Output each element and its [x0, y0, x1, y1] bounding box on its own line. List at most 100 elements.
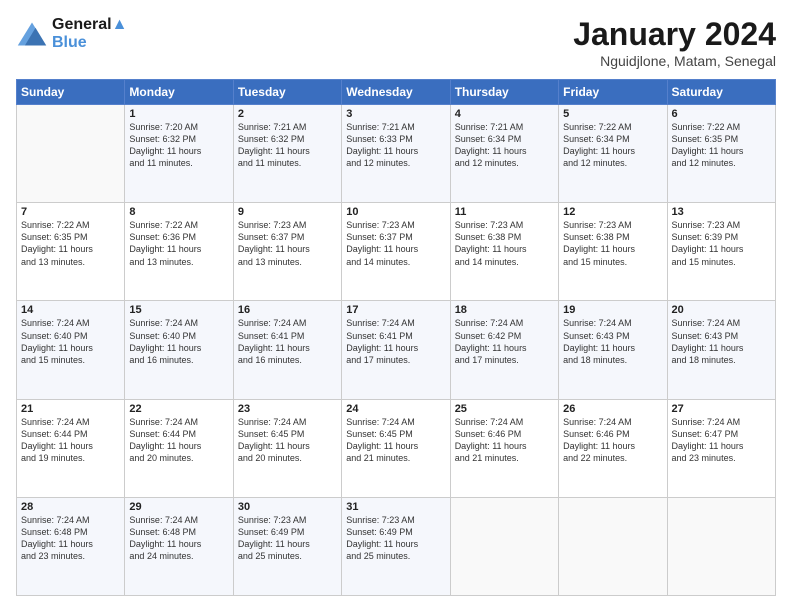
day-info: Sunrise: 7:24 AM Sunset: 6:48 PM Dayligh… — [21, 514, 120, 563]
day-number: 2 — [238, 108, 337, 120]
day-header-tuesday: Tuesday — [233, 80, 341, 105]
day-info: Sunrise: 7:20 AM Sunset: 6:32 PM Dayligh… — [129, 121, 228, 170]
day-info: Sunrise: 7:22 AM Sunset: 6:35 PM Dayligh… — [672, 121, 771, 170]
day-number: 10 — [346, 206, 445, 218]
day-number: 30 — [238, 501, 337, 513]
calendar-cell: 8Sunrise: 7:22 AM Sunset: 6:36 PM Daylig… — [125, 203, 233, 301]
day-number: 19 — [563, 304, 662, 316]
day-number: 13 — [672, 206, 771, 218]
day-number: 31 — [346, 501, 445, 513]
title-block: January 2024 Nguidjlone, Matam, Senegal — [573, 16, 776, 69]
calendar-cell: 4Sunrise: 7:21 AM Sunset: 6:34 PM Daylig… — [450, 105, 558, 203]
day-number: 22 — [129, 403, 228, 415]
day-info: Sunrise: 7:22 AM Sunset: 6:36 PM Dayligh… — [129, 219, 228, 268]
day-number: 1 — [129, 108, 228, 120]
day-info: Sunrise: 7:23 AM Sunset: 6:38 PM Dayligh… — [455, 219, 554, 268]
day-info: Sunrise: 7:24 AM Sunset: 6:47 PM Dayligh… — [672, 416, 771, 465]
day-info: Sunrise: 7:23 AM Sunset: 6:38 PM Dayligh… — [563, 219, 662, 268]
month-title: January 2024 — [573, 16, 776, 53]
day-number: 20 — [672, 304, 771, 316]
calendar-header-row: SundayMondayTuesdayWednesdayThursdayFrid… — [17, 80, 776, 105]
day-info: Sunrise: 7:24 AM Sunset: 6:43 PM Dayligh… — [672, 317, 771, 366]
logo: General▲ Blue — [16, 16, 127, 52]
calendar-cell: 1Sunrise: 7:20 AM Sunset: 6:32 PM Daylig… — [125, 105, 233, 203]
calendar-cell: 6Sunrise: 7:22 AM Sunset: 6:35 PM Daylig… — [667, 105, 775, 203]
day-info: Sunrise: 7:24 AM Sunset: 6:40 PM Dayligh… — [21, 317, 120, 366]
calendar-cell: 23Sunrise: 7:24 AM Sunset: 6:45 PM Dayli… — [233, 399, 341, 497]
calendar-table: SundayMondayTuesdayWednesdayThursdayFrid… — [16, 79, 776, 596]
calendar-cell: 28Sunrise: 7:24 AM Sunset: 6:48 PM Dayli… — [17, 497, 125, 595]
calendar-cell: 29Sunrise: 7:24 AM Sunset: 6:48 PM Dayli… — [125, 497, 233, 595]
week-row-4: 21Sunrise: 7:24 AM Sunset: 6:44 PM Dayli… — [17, 399, 776, 497]
day-info: Sunrise: 7:23 AM Sunset: 6:39 PM Dayligh… — [672, 219, 771, 268]
calendar-cell: 3Sunrise: 7:21 AM Sunset: 6:33 PM Daylig… — [342, 105, 450, 203]
day-info: Sunrise: 7:24 AM Sunset: 6:41 PM Dayligh… — [346, 317, 445, 366]
day-number: 24 — [346, 403, 445, 415]
day-info: Sunrise: 7:24 AM Sunset: 6:46 PM Dayligh… — [455, 416, 554, 465]
calendar-cell: 2Sunrise: 7:21 AM Sunset: 6:32 PM Daylig… — [233, 105, 341, 203]
calendar-cell: 11Sunrise: 7:23 AM Sunset: 6:38 PM Dayli… — [450, 203, 558, 301]
day-header-thursday: Thursday — [450, 80, 558, 105]
day-info: Sunrise: 7:24 AM Sunset: 6:44 PM Dayligh… — [21, 416, 120, 465]
day-number: 3 — [346, 108, 445, 120]
calendar-cell: 24Sunrise: 7:24 AM Sunset: 6:45 PM Dayli… — [342, 399, 450, 497]
day-info: Sunrise: 7:24 AM Sunset: 6:40 PM Dayligh… — [129, 317, 228, 366]
page: General▲ Blue January 2024 Nguidjlone, M… — [0, 0, 792, 612]
day-header-saturday: Saturday — [667, 80, 775, 105]
day-number: 5 — [563, 108, 662, 120]
header: General▲ Blue January 2024 Nguidjlone, M… — [16, 16, 776, 69]
calendar-cell: 14Sunrise: 7:24 AM Sunset: 6:40 PM Dayli… — [17, 301, 125, 399]
day-info: Sunrise: 7:21 AM Sunset: 6:34 PM Dayligh… — [455, 121, 554, 170]
day-info: Sunrise: 7:24 AM Sunset: 6:46 PM Dayligh… — [563, 416, 662, 465]
calendar-cell: 20Sunrise: 7:24 AM Sunset: 6:43 PM Dayli… — [667, 301, 775, 399]
calendar-cell: 9Sunrise: 7:23 AM Sunset: 6:37 PM Daylig… — [233, 203, 341, 301]
day-info: Sunrise: 7:23 AM Sunset: 6:49 PM Dayligh… — [238, 514, 337, 563]
day-info: Sunrise: 7:22 AM Sunset: 6:35 PM Dayligh… — [21, 219, 120, 268]
day-number: 14 — [21, 304, 120, 316]
day-info: Sunrise: 7:24 AM Sunset: 6:43 PM Dayligh… — [563, 317, 662, 366]
day-info: Sunrise: 7:24 AM Sunset: 6:48 PM Dayligh… — [129, 514, 228, 563]
day-number: 25 — [455, 403, 554, 415]
calendar-cell: 31Sunrise: 7:23 AM Sunset: 6:49 PM Dayli… — [342, 497, 450, 595]
day-number: 15 — [129, 304, 228, 316]
day-number: 16 — [238, 304, 337, 316]
calendar-cell: 13Sunrise: 7:23 AM Sunset: 6:39 PM Dayli… — [667, 203, 775, 301]
calendar-cell — [667, 497, 775, 595]
calendar-cell: 5Sunrise: 7:22 AM Sunset: 6:34 PM Daylig… — [559, 105, 667, 203]
day-number: 8 — [129, 206, 228, 218]
day-info: Sunrise: 7:24 AM Sunset: 6:45 PM Dayligh… — [238, 416, 337, 465]
day-info: Sunrise: 7:23 AM Sunset: 6:37 PM Dayligh… — [238, 219, 337, 268]
day-info: Sunrise: 7:24 AM Sunset: 6:45 PM Dayligh… — [346, 416, 445, 465]
day-info: Sunrise: 7:23 AM Sunset: 6:49 PM Dayligh… — [346, 514, 445, 563]
day-info: Sunrise: 7:24 AM Sunset: 6:41 PM Dayligh… — [238, 317, 337, 366]
week-row-5: 28Sunrise: 7:24 AM Sunset: 6:48 PM Dayli… — [17, 497, 776, 595]
day-number: 17 — [346, 304, 445, 316]
calendar-cell: 27Sunrise: 7:24 AM Sunset: 6:47 PM Dayli… — [667, 399, 775, 497]
day-info: Sunrise: 7:21 AM Sunset: 6:33 PM Dayligh… — [346, 121, 445, 170]
logo-icon — [16, 20, 48, 48]
day-header-monday: Monday — [125, 80, 233, 105]
calendar-cell: 16Sunrise: 7:24 AM Sunset: 6:41 PM Dayli… — [233, 301, 341, 399]
day-number: 6 — [672, 108, 771, 120]
calendar-cell: 18Sunrise: 7:24 AM Sunset: 6:42 PM Dayli… — [450, 301, 558, 399]
day-number: 4 — [455, 108, 554, 120]
calendar-cell: 12Sunrise: 7:23 AM Sunset: 6:38 PM Dayli… — [559, 203, 667, 301]
calendar-cell: 21Sunrise: 7:24 AM Sunset: 6:44 PM Dayli… — [17, 399, 125, 497]
day-info: Sunrise: 7:24 AM Sunset: 6:44 PM Dayligh… — [129, 416, 228, 465]
day-info: Sunrise: 7:22 AM Sunset: 6:34 PM Dayligh… — [563, 121, 662, 170]
calendar-cell: 17Sunrise: 7:24 AM Sunset: 6:41 PM Dayli… — [342, 301, 450, 399]
day-number: 12 — [563, 206, 662, 218]
day-number: 27 — [672, 403, 771, 415]
day-number: 26 — [563, 403, 662, 415]
day-info: Sunrise: 7:23 AM Sunset: 6:37 PM Dayligh… — [346, 219, 445, 268]
day-number: 29 — [129, 501, 228, 513]
day-number: 11 — [455, 206, 554, 218]
day-info: Sunrise: 7:21 AM Sunset: 6:32 PM Dayligh… — [238, 121, 337, 170]
day-header-sunday: Sunday — [17, 80, 125, 105]
day-number: 28 — [21, 501, 120, 513]
calendar-cell: 22Sunrise: 7:24 AM Sunset: 6:44 PM Dayli… — [125, 399, 233, 497]
location: Nguidjlone, Matam, Senegal — [573, 53, 776, 69]
calendar-cell: 19Sunrise: 7:24 AM Sunset: 6:43 PM Dayli… — [559, 301, 667, 399]
calendar-cell — [17, 105, 125, 203]
calendar-cell: 25Sunrise: 7:24 AM Sunset: 6:46 PM Dayli… — [450, 399, 558, 497]
